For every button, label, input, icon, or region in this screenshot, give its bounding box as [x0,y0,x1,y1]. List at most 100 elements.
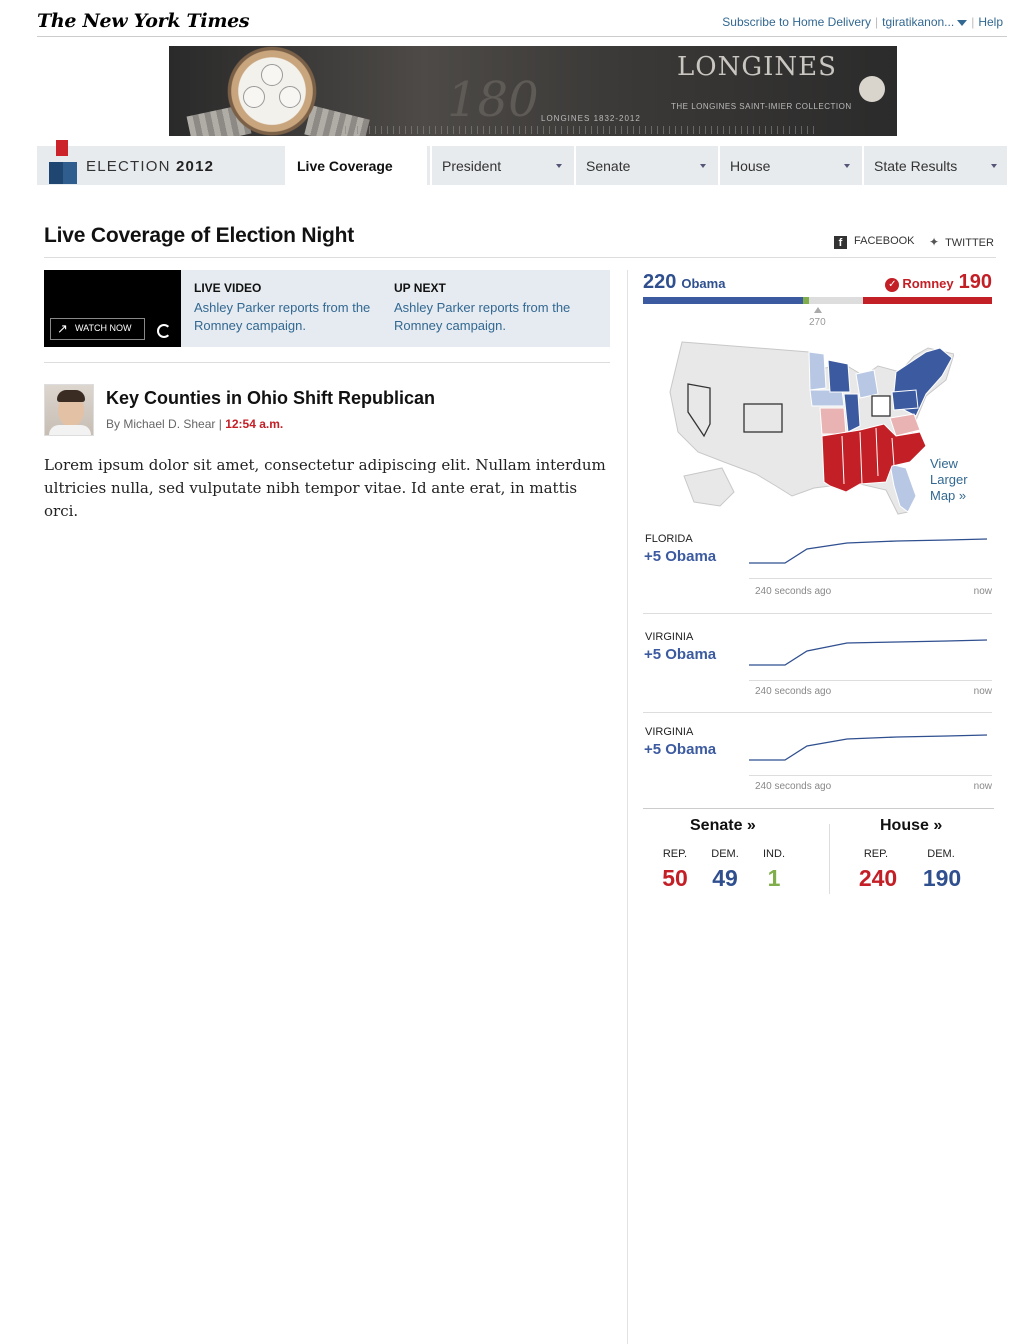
map-lean-dem-upper-midwest [808,351,827,391]
longines-ad-banner[interactable]: 180 LONGINES 1832-2012 LONGINES THE LONG… [169,46,897,136]
page-title: Live Coverage of Election Night [44,224,355,247]
up-next-heading: UP NEXT [394,281,446,295]
post-body: Lorem ipsum dolor sit amet, consectetur … [44,456,606,520]
tab-state-results[interactable]: State Results [862,146,1007,185]
author-shirt [49,425,91,435]
divider [643,613,992,614]
map-state-ohio [871,395,891,417]
up-next-link[interactable]: Ashley Parker reports from the Romney ca… [394,299,584,335]
tab-senate[interactable]: Senate [574,146,716,185]
flag-icon [56,140,68,156]
user-menu[interactable]: tgiratikanon... [882,15,968,29]
race-trend-line [749,639,988,666]
watch-subdial [261,64,283,86]
electoral-vote-bar [643,297,992,304]
tab-label: Live Coverage [297,158,393,174]
romney-electoral-count: ✓ Romney 190 [880,271,992,294]
chevron-down-icon [957,19,968,26]
race-axis [749,775,992,776]
divider [643,808,994,809]
live-video-box: ↗ WATCH NOW LIVE VIDEO Ashley Parker repo… [44,270,610,347]
race-now-label: now [973,586,992,597]
tab-house[interactable]: House [718,146,860,185]
race-margin: +5 Obama [644,548,717,565]
help-link[interactable]: Help [978,15,1003,29]
subscribe-link[interactable]: Subscribe to Home Delivery [722,15,871,29]
race-florida[interactable]: FLORIDA +5 Obama 240 seconds ago now [643,533,992,597]
senate-dem-label: DEM. [711,848,739,860]
electoral-map[interactable] [664,336,954,516]
obama-votes: 220 [643,271,677,293]
up-next-column: UP NEXT Ashley Parker reports from the R… [394,281,584,335]
race-margin: +5 Obama [644,741,717,758]
chevron-down-icon [844,164,850,168]
trend-line [749,639,988,666]
ad-anniversary-number: 180 [447,72,539,128]
tab-live-coverage[interactable]: Live Coverage [285,146,427,185]
tab-president[interactable]: President [430,146,572,185]
ad-collection: THE LONGINES SAINT-IMIER COLLECTION [671,102,852,111]
tab-label: State Results [874,158,958,174]
trend-line [749,538,988,564]
race-virginia[interactable]: VIRGINIA +5 Obama 240 seconds ago now [643,726,992,792]
twitter-icon: ✦ [929,235,940,249]
race-ago-label: 240 seconds ago [755,586,832,597]
election-nav: ELECTION 2012 Live Coverage President Se… [37,140,1007,185]
author-hair [57,390,85,402]
race-ago-label: 240 seconds ago [755,686,832,697]
nyt-logo[interactable]: The New York Times [37,10,250,32]
election-brand[interactable]: ELECTION 2012 [37,140,283,185]
race-state: VIRGINIA [645,631,694,643]
senate-link[interactable]: Senate » [690,817,756,835]
view-larger-map-link[interactable]: View Larger Map » [930,456,990,504]
election-year: 2012 [176,158,215,175]
loading-spinner-icon [157,324,171,338]
column-divider [627,270,628,1344]
post-byline: By Michael D. Shear | 12:54 a.m. [106,417,284,431]
twitter-share[interactable]: ✦ TWITTER [929,235,994,249]
ad-brand: LONGINES [677,52,837,82]
top-links: Subscribe to Home Delivery | tgiratikanon.… [722,15,1003,29]
post-title[interactable]: Key Counties in Ohio Shift Republican [106,388,435,409]
watch-image [213,46,331,136]
live-video-link[interactable]: Ashley Parker reports from the Romney ca… [194,299,384,335]
map-alaska [683,467,735,507]
ad-ruler [339,126,819,134]
romney-votes: 190 [958,271,992,293]
ad-years: LONGINES 1832-2012 [541,114,641,123]
facebook-share[interactable]: f FACEBOOK [834,235,915,249]
checkmark-icon: ✓ [885,278,900,292]
race-now-label: now [973,686,992,697]
divider [643,712,992,713]
house-dem-label: DEM. [927,848,955,860]
twitter-label: TWITTER [945,237,994,249]
ballot-box-icon [49,162,77,184]
byline-author: By Michael D. Shear [106,417,216,431]
video-player[interactable]: ↗ WATCH NOW [44,270,181,347]
race-ago-label: 240 seconds ago [755,781,832,792]
watch-now-label: WATCH NOW [75,323,132,333]
obama-name: Obama [681,276,726,291]
map-lean-dem-michigan [855,369,879,399]
arrow-icon: ↗ [57,321,68,336]
race-virginia[interactable]: VIRGINIA +5 Obama 240 seconds ago now [643,631,992,697]
tab-label: House [730,158,771,174]
race-trend-line [749,538,988,564]
live-video-column: LIVE VIDEO Ashley Parker reports from th… [194,281,384,335]
watch-subdial [279,86,301,108]
other-bar-segment [803,297,809,304]
map-dem-wisconsin [827,359,851,393]
trend-line [749,734,988,761]
tab-label: President [442,158,502,174]
watch-now-button[interactable]: ↗ WATCH NOW [50,318,145,340]
chevron-down-icon [700,164,706,168]
house-link[interactable]: House » [880,817,942,835]
facebook-icon: f [834,236,847,249]
facebook-label: FACEBOOK [854,235,915,247]
house-rep-count: 240 [858,865,898,891]
race-trend-line [749,734,988,761]
house-rep-label: REP. [863,848,889,860]
romney-bar-segment [863,297,992,304]
live-video-heading: LIVE VIDEO [194,281,262,295]
race-state: FLORIDA [645,533,693,545]
